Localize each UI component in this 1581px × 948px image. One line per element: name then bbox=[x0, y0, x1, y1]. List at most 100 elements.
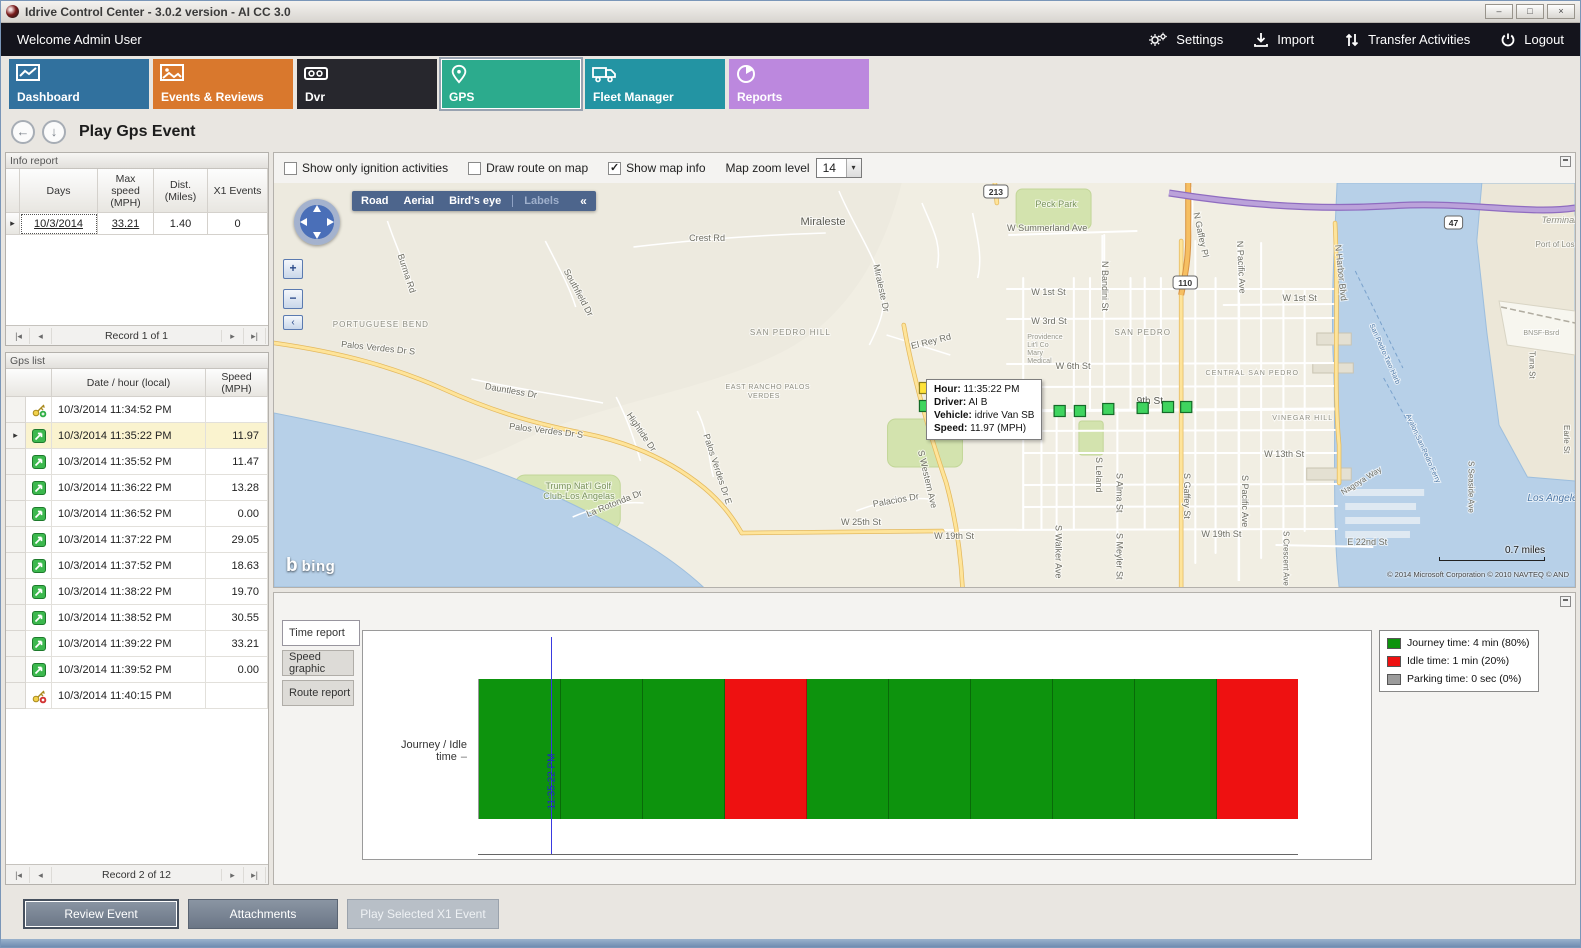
gps-row[interactable]: 10/3/2014 11:36:52 PM0.00 bbox=[6, 501, 268, 527]
gps-row[interactable]: 10/3/2014 11:37:22 PM29.05 bbox=[6, 527, 268, 553]
tab-route-report[interactable]: Route report bbox=[282, 680, 354, 706]
gps-marker-green[interactable] bbox=[1054, 406, 1065, 417]
gps-marker-green[interactable] bbox=[1181, 402, 1192, 413]
first-record-button[interactable]: |◂ bbox=[8, 867, 30, 883]
gps-datetime: 10/3/2014 11:37:22 PM bbox=[52, 527, 206, 553]
checkbox-show-map-info[interactable]: ✓Show map info bbox=[608, 161, 705, 175]
chevron-down-icon: ▾ bbox=[846, 159, 861, 177]
legend-swatch bbox=[1387, 638, 1401, 649]
gps-point-icon bbox=[26, 605, 52, 631]
zoom-out-button[interactable]: − bbox=[283, 289, 303, 309]
checkbox-box[interactable] bbox=[284, 162, 297, 175]
legend-swatch bbox=[1387, 674, 1401, 685]
maximize-button[interactable]: □ bbox=[1516, 4, 1544, 19]
collapse-panel-button[interactable] bbox=[1560, 156, 1571, 167]
content: Info report DaysMax speed (MPH)Dist. (Mi… bbox=[1, 152, 1580, 885]
gps-point-icon bbox=[26, 501, 52, 527]
checkbox-draw-route-on-map[interactable]: Draw route on map bbox=[468, 161, 588, 175]
zoom-in-button[interactable]: + bbox=[283, 259, 303, 279]
transfer-activities-button[interactable]: Transfer Activities bbox=[1344, 32, 1470, 48]
tab-dvr[interactable]: Dvr bbox=[297, 59, 437, 109]
settings-icon bbox=[1148, 32, 1168, 48]
gps-point-icon bbox=[26, 527, 52, 553]
back-button[interactable]: ← bbox=[11, 120, 35, 144]
row-marker bbox=[6, 475, 26, 501]
column-header-speed[interactable]: Speed (MPH) bbox=[206, 369, 268, 397]
collapse-map-controls-button[interactable]: ‹ bbox=[283, 315, 303, 330]
timeline-segment-journey bbox=[643, 679, 725, 819]
down-button[interactable]: ↓ bbox=[42, 120, 66, 144]
next-record-button[interactable]: ▸ bbox=[222, 328, 244, 344]
map-compass[interactable] bbox=[294, 199, 340, 245]
tab-time-report[interactable]: Time report bbox=[282, 620, 360, 646]
map-street-label: W Summerland Ave bbox=[1007, 223, 1087, 233]
column-header-icon[interactable] bbox=[6, 369, 52, 397]
row-marker bbox=[6, 501, 26, 527]
map-mode-road[interactable]: Road bbox=[361, 195, 389, 207]
gps-speed: 18.63 bbox=[206, 553, 268, 579]
gps-list-table: Date / hour (local)Speed (MPH)10/3/2014 … bbox=[6, 369, 268, 709]
map-street-label: PORTUGUESE BEND bbox=[333, 320, 429, 329]
attachments-button[interactable]: Attachments bbox=[188, 899, 338, 929]
gps-row[interactable]: 10/3/2014 11:36:22 PM13.28 bbox=[6, 475, 268, 501]
gps-marker-green[interactable] bbox=[1074, 406, 1085, 417]
map-zoom-select[interactable]: 14 ▾ bbox=[816, 158, 862, 178]
tab-events[interactable]: Events & Reviews bbox=[153, 59, 293, 109]
checkbox-box[interactable]: ✓ bbox=[608, 162, 621, 175]
review-event-button[interactable]: Review Event bbox=[23, 899, 179, 929]
column-header-datetime[interactable]: Date / hour (local) bbox=[52, 369, 206, 397]
map-mode-aerial[interactable]: Aerial bbox=[404, 195, 435, 207]
map-viewport[interactable]: MiralestePeck ParkW Summerland AveCrest … bbox=[274, 183, 1575, 587]
gps-row[interactable]: 10/3/2014 11:37:52 PM18.63 bbox=[6, 553, 268, 579]
bing-map[interactable]: MiralestePeck ParkW Summerland AveCrest … bbox=[274, 183, 1575, 587]
gps-row[interactable]: 10/3/2014 11:34:52 PM bbox=[6, 397, 268, 423]
tooltip-line: Hour: 11:35:22 PM bbox=[934, 383, 1034, 396]
settings-button[interactable]: Settings bbox=[1148, 32, 1223, 48]
import-button[interactable]: Import bbox=[1253, 32, 1314, 48]
gps-marker-green[interactable] bbox=[1137, 403, 1148, 414]
checkbox-box[interactable] bbox=[468, 162, 481, 175]
map-mode-bird-s-eye[interactable]: Bird's eye bbox=[449, 195, 501, 207]
tooltip-line: Speed: 11.97 (MPH) bbox=[934, 422, 1034, 435]
tooltip-line: Vehicle: idrive Van SB bbox=[934, 409, 1034, 422]
logout-button[interactable]: Logout bbox=[1500, 32, 1564, 48]
collapse-panel-button[interactable] bbox=[1560, 596, 1571, 607]
gps-marker-green[interactable] bbox=[1162, 402, 1173, 413]
checkbox-show-only-ignition-activities[interactable]: Show only ignition activities bbox=[284, 161, 448, 175]
gps-point-icon bbox=[26, 449, 52, 475]
gps-row[interactable]: ▸10/3/2014 11:35:22 PM11.97 bbox=[6, 423, 268, 449]
next-record-button[interactable]: ▸ bbox=[222, 867, 244, 883]
gps-datetime: 10/3/2014 11:34:52 PM bbox=[52, 397, 206, 423]
tab-fleet[interactable]: Fleet Manager bbox=[585, 59, 725, 109]
last-record-button[interactable]: ▸| bbox=[244, 867, 266, 883]
prev-record-button[interactable]: ◂ bbox=[30, 328, 52, 344]
map-mode-labels[interactable]: Labels bbox=[524, 195, 559, 207]
gps-row[interactable]: 10/3/2014 11:38:52 PM30.55 bbox=[6, 605, 268, 631]
info-row[interactable]: ▸10/3/201433.211.400 bbox=[6, 213, 268, 235]
tab-reports[interactable]: Reports bbox=[729, 59, 869, 109]
first-record-button[interactable]: |◂ bbox=[8, 328, 30, 344]
map-copyright: © 2014 Microsoft Corporation © 2010 NAVT… bbox=[1387, 570, 1569, 579]
minimize-button[interactable]: – bbox=[1485, 4, 1513, 19]
close-button[interactable]: × bbox=[1547, 4, 1575, 19]
gps-row[interactable]: 10/3/2014 11:40:15 PM bbox=[6, 683, 268, 709]
column-header[interactable]: X1 Events bbox=[208, 169, 268, 213]
collapse-modebar-button[interactable]: « bbox=[580, 194, 587, 208]
pan-up-icon bbox=[313, 205, 321, 212]
gps-row[interactable]: 10/3/2014 11:35:52 PM11.47 bbox=[6, 449, 268, 475]
prev-record-button[interactable]: ◂ bbox=[30, 867, 52, 883]
row-marker bbox=[6, 605, 26, 631]
column-header[interactable]: Dist. (Miles) bbox=[154, 169, 208, 213]
tab-dashboard[interactable]: Dashboard bbox=[9, 59, 149, 109]
gps-row[interactable]: 10/3/2014 11:38:22 PM19.70 bbox=[6, 579, 268, 605]
gps-datetime: 10/3/2014 11:39:52 PM bbox=[52, 657, 206, 683]
gps-row[interactable]: 10/3/2014 11:39:52 PM0.00 bbox=[6, 657, 268, 683]
column-header[interactable]: Max speed (MPH) bbox=[98, 169, 154, 213]
tab-gps[interactable]: GPS bbox=[441, 59, 581, 109]
transfer-activities-icon bbox=[1344, 32, 1360, 48]
gps-marker-green[interactable] bbox=[1103, 404, 1114, 415]
last-record-button[interactable]: ▸| bbox=[244, 328, 266, 344]
gps-row[interactable]: 10/3/2014 11:39:22 PM33.21 bbox=[6, 631, 268, 657]
column-header[interactable]: Days bbox=[20, 169, 98, 213]
tab-speed-graphic[interactable]: Speed graphic bbox=[282, 650, 354, 676]
